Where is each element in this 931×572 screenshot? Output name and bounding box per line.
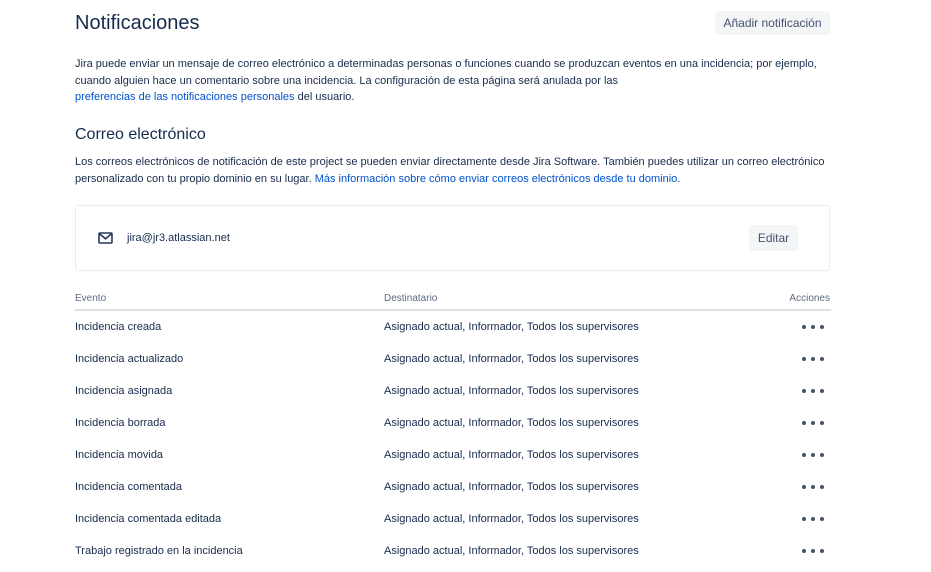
event-cell: Incidencia borrada: [75, 417, 166, 429]
intro-suffix: del usuario.: [297, 91, 355, 103]
table-row: Incidencia asignada Asignado actual, Inf…: [75, 375, 831, 407]
email-description: Los correos electrónicos de notificación…: [75, 154, 835, 187]
personal-preferences-link[interactable]: preferencias de las notificaciones perso…: [75, 91, 295, 103]
event-cell: Incidencia comentada: [75, 481, 183, 493]
header-actions: Acciones: [789, 293, 830, 304]
email-link-suffix: .: [677, 172, 681, 185]
mail-icon: [98, 232, 113, 244]
more-actions-icon[interactable]: [800, 385, 826, 397]
more-actions-icon[interactable]: [800, 481, 826, 493]
table-row: Incidencia actualizado Asignado actual, …: [75, 343, 831, 375]
table-row: Incidencia creada Asignado actual, Infor…: [75, 311, 831, 343]
table-row: Trabajo registrado en la incidencia Asig…: [75, 535, 831, 567]
more-actions-icon[interactable]: [800, 353, 826, 365]
recipient-cell: Asignado actual, Informador, Todos los s…: [384, 385, 639, 397]
notifications-page: Notificaciones Añadir notificación Jira …: [0, 0, 931, 572]
event-cell: Incidencia comentada editada: [75, 513, 222, 525]
table-row: Incidencia borrada Asignado actual, Info…: [75, 407, 831, 439]
table-row: Incidencia comentada Asignado actual, In…: [75, 471, 831, 503]
intro-text: Jira puede enviar un mensaje de correo e…: [75, 58, 817, 87]
recipient-cell: Asignado actual, Informador, Todos los s…: [384, 545, 639, 557]
recipient-cell: Asignado actual, Informador, Todos los s…: [384, 321, 639, 333]
page-title: Notificaciones: [75, 12, 200, 34]
more-actions-icon[interactable]: [800, 321, 826, 333]
event-cell: Incidencia actualizado: [75, 353, 184, 365]
email-card: jira@jr3.atlassian.net Editar: [75, 205, 830, 271]
header-recipient[interactable]: Destinatario: [384, 293, 437, 304]
recipient-cell: Asignado actual, Informador, Todos los s…: [384, 513, 639, 525]
edit-email-button[interactable]: Editar: [749, 225, 798, 251]
email-address: jira@jr3.atlassian.net: [127, 232, 230, 244]
table-row: Incidencia comentada editada Asignado ac…: [75, 503, 831, 535]
more-actions-icon[interactable]: [800, 449, 826, 461]
header-event[interactable]: Evento: [75, 293, 106, 304]
more-actions-icon[interactable]: [800, 513, 826, 525]
event-cell: Trabajo registrado en la incidencia: [75, 545, 243, 557]
recipient-cell: Asignado actual, Informador, Todos los s…: [384, 353, 639, 365]
notifications-table: Evento Destinatario Acciones Incidencia …: [75, 290, 831, 567]
event-cell: Incidencia asignada: [75, 385, 173, 397]
intro-description: Jira puede enviar un mensaje de correo e…: [75, 56, 835, 106]
event-cell: Incidencia movida: [75, 449, 164, 461]
email-section-title: Correo electrónico: [75, 126, 206, 143]
table-row: Incidencia movida Asignado actual, Infor…: [75, 439, 831, 471]
more-actions-icon[interactable]: [800, 417, 826, 429]
event-cell: Incidencia creada: [75, 321, 162, 333]
table-header: Evento Destinatario Acciones: [75, 290, 831, 311]
more-actions-icon[interactable]: [800, 545, 826, 557]
recipient-cell: Asignado actual, Informador, Todos los s…: [384, 481, 639, 493]
add-notification-button[interactable]: Añadir notificación: [715, 11, 830, 35]
custom-domain-info-link[interactable]: Más información sobre cómo enviar correo…: [315, 173, 678, 185]
recipient-cell: Asignado actual, Informador, Todos los s…: [384, 449, 639, 461]
recipient-cell: Asignado actual, Informador, Todos los s…: [384, 417, 639, 429]
